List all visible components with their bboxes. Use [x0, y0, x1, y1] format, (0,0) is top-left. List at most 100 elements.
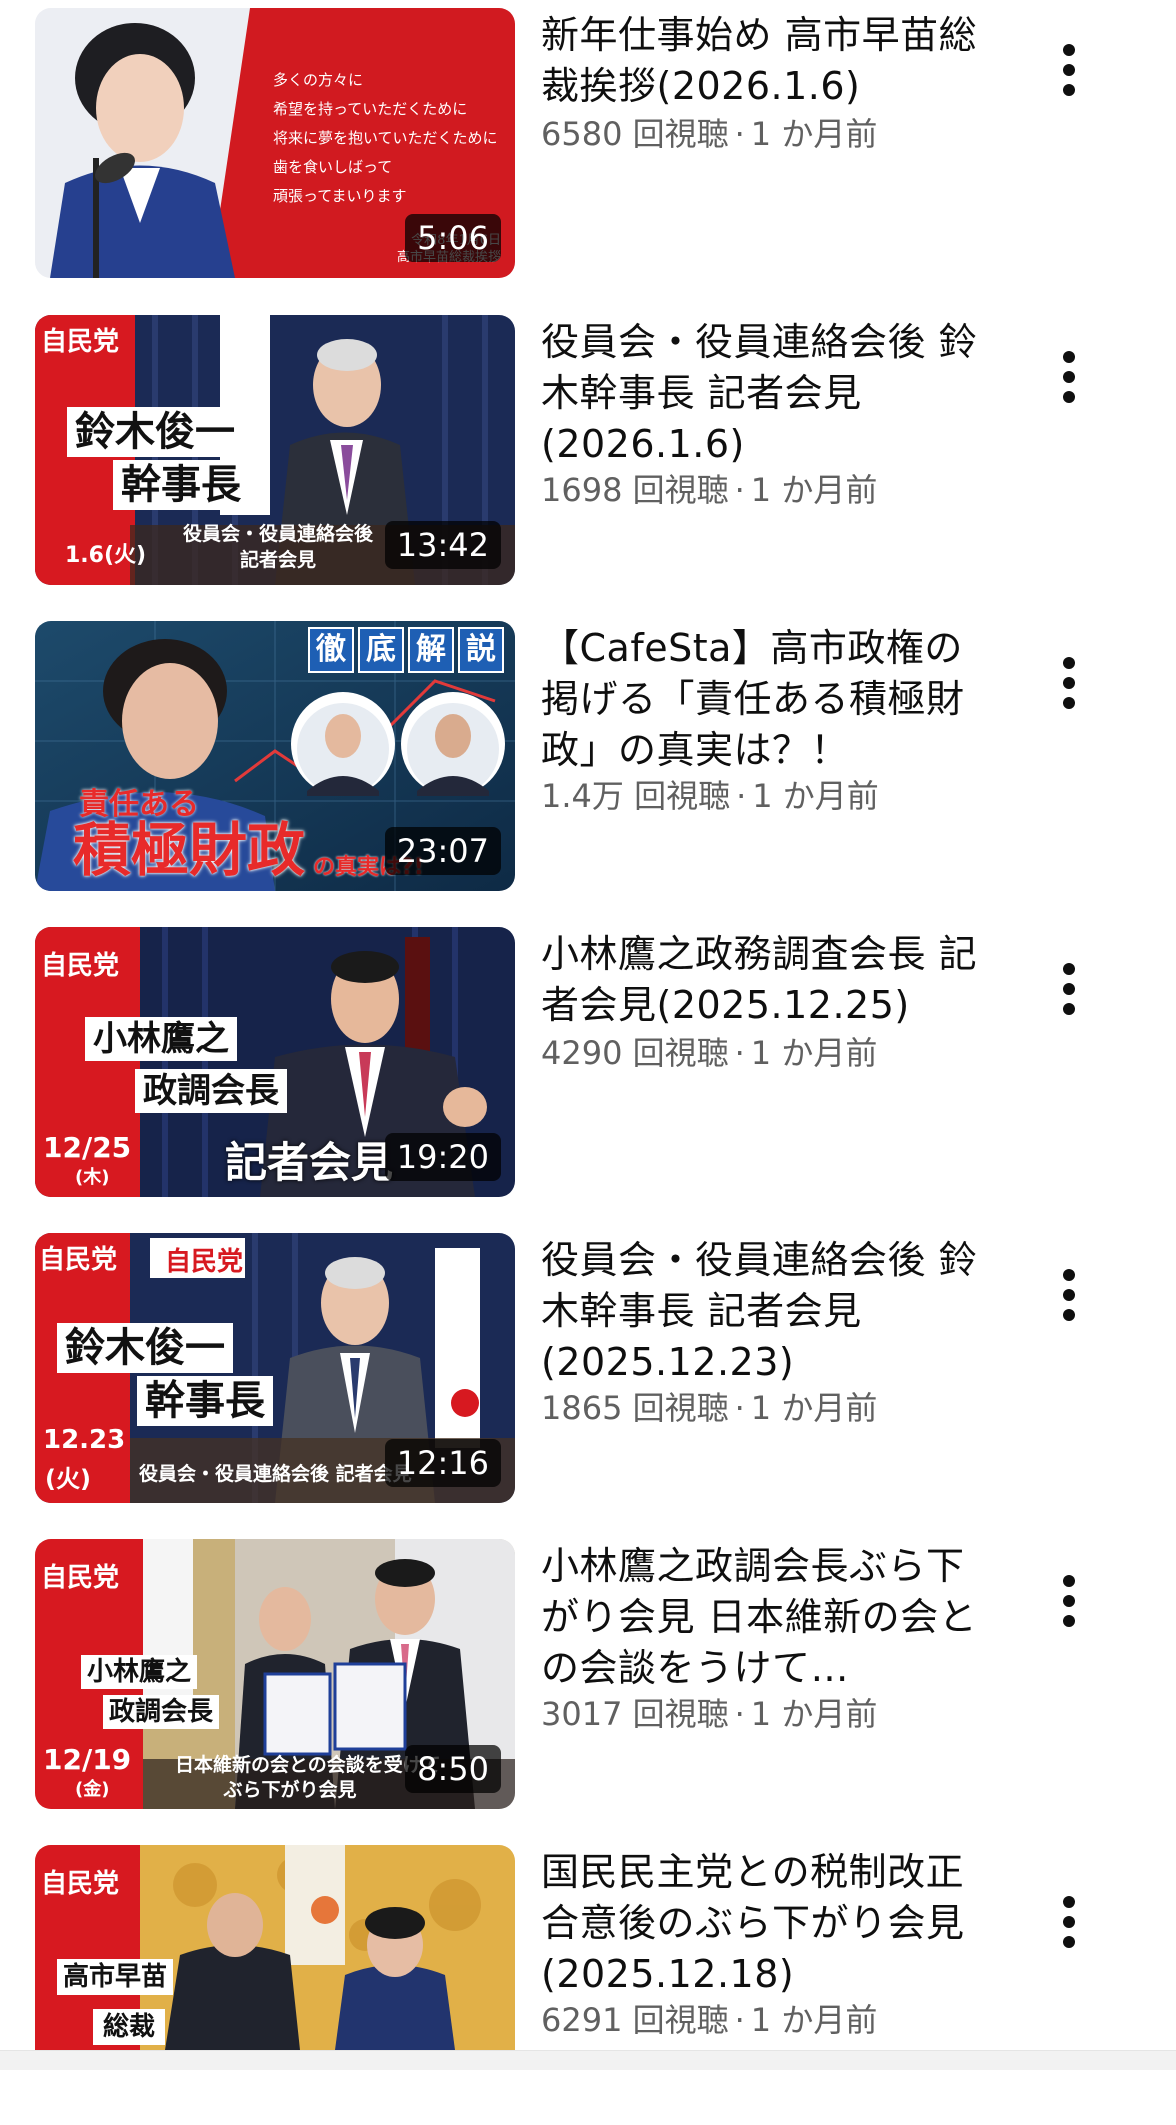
speaker-name: 高市早苗 [57, 1959, 174, 1995]
video-thumbnail[interactable]: 自民党 鈴木俊一 幹事長 1.6(火) 役員会・役員連絡会後 記者会見 13:4… [35, 315, 515, 585]
more-options-button[interactable] [1044, 350, 1094, 430]
video-item[interactable]: 自民党 小林鷹之 政調会長 12/25 (木) 記者会見 19:20 小林鷹之政… [0, 927, 1176, 1207]
quote-line: 歯を食いしばって [273, 158, 393, 176]
upload-age: 1 か月前 [750, 471, 878, 509]
thumbnail-caption: 記者会見 [225, 1138, 394, 1187]
more-vert-icon [1063, 657, 1075, 709]
video-thumbnail[interactable]: 自民党 小林鷹之 政調会長 12/19 (金) 日本維新の会との会談を受けて ぶ… [35, 1539, 515, 1809]
video-title[interactable]: 小林鷹之政調会長ぶら下がり会見 日本維新の会との会談をうけて… [541, 1541, 991, 1694]
party-label: 自民党 [41, 327, 120, 357]
speaker-name: 鈴木俊一 [67, 407, 243, 457]
more-options-button[interactable] [1044, 1268, 1094, 1348]
caption-line: 日本維新の会との会談を受けて [175, 1754, 441, 1776]
party-label: 自民党 [41, 1563, 120, 1593]
more-vert-icon [1063, 1575, 1075, 1627]
video-thumbnail[interactable]: 自民党 小林鷹之 政調会長 12/25 (木) 記者会見 19:20 [35, 927, 515, 1197]
video-meta: 6291 回視聴 · 1 か月前 [541, 2000, 1001, 2040]
video-title[interactable]: 国民民主党との税制改正合意後のぶら下がり会見(2025.12.18) [541, 1847, 991, 2000]
thumbnail-caption: 役員会・役員連絡会後 記者会見 [139, 1463, 412, 1485]
video-item[interactable]: 自民党 自民党 鈴木俊一 幹事長 12.23 (火) 役員会・役員連絡会後 記者… [0, 1233, 1176, 1513]
event-weekday: (木) [75, 1167, 110, 1188]
event-date: 12/19 [43, 1743, 132, 1776]
view-count: 1698 回視聴 [541, 471, 729, 509]
video-thumbnail[interactable]: 自民党 自民党 鈴木俊一 幹事長 12.23 (火) 役員会・役員連絡会後 記者… [35, 1233, 515, 1503]
badge-char: 解 [408, 627, 454, 673]
meta-separator: · [734, 1389, 745, 1427]
podium-logo: 自民党 [165, 1247, 244, 1277]
explainer-badge: 徹 底 解 説 [308, 627, 504, 673]
speaker-role: 幹事長 [113, 460, 249, 510]
video-duration: 19:20 [384, 1133, 501, 1181]
party-label: 自民党 [41, 1869, 120, 1899]
event-weekday: (火) [45, 1465, 91, 1493]
video-meta: 6580 回視聴 · 1 か月前 [541, 114, 1001, 154]
event-weekday: (金) [75, 1779, 110, 1800]
caption-line: ぶら下がり会見 [223, 1779, 357, 1801]
video-item[interactable]: 自民党 高市早苗 総裁 国民民主党との税制改正合意後のぶら下がり会見(2025.… [0, 1845, 1176, 2125]
badge-char: 底 [358, 627, 404, 673]
more-options-button[interactable] [1044, 962, 1094, 1042]
video-thumbnail[interactable]: 自民党 高市早苗 総裁 [35, 1845, 515, 2050]
more-options-button[interactable] [1044, 43, 1094, 123]
speaker-name: 鈴木俊一 [57, 1323, 233, 1373]
event-date: 1.6(火) [65, 543, 147, 568]
view-count: 1.4万 回視聴 [541, 777, 731, 815]
view-count: 4290 回視聴 [541, 1034, 729, 1072]
video-item[interactable]: 自民党 小林鷹之 政調会長 12/19 (金) 日本維新の会との会談を受けて ぶ… [0, 1539, 1176, 1819]
speaker-role: 政調会長 [103, 1695, 220, 1729]
view-count: 6291 回視聴 [541, 2001, 729, 2039]
speaker-name: 小林鷹之 [85, 1017, 237, 1061]
more-options-button[interactable] [1044, 656, 1094, 736]
more-options-button[interactable] [1044, 1895, 1094, 1975]
speaker-role: 政調会長 [135, 1069, 287, 1113]
video-title[interactable]: 小林鷹之政務調査会長 記者会見(2025.12.25) [541, 929, 991, 1031]
caption-line: 記者会見 [239, 549, 316, 571]
view-count: 6580 回視聴 [541, 115, 729, 153]
quote-line: 多くの方々に [273, 71, 364, 89]
thumbnail-caption: 役員会・役員連絡会後 記者会見 [163, 521, 393, 573]
meta-separator: · [734, 2001, 745, 2039]
bottom-edge-bar [0, 2050, 1176, 2070]
video-title[interactable]: 役員会・役員連絡会後 鈴木幹事長 記者会見(2026.1.6) [541, 317, 991, 470]
party-label: 自民党 [39, 1245, 118, 1275]
meta-separator: · [736, 777, 747, 815]
video-title[interactable]: 【CafeSta】高市政権の掲げる「責任ある積極財政」の真実は？！ [541, 623, 991, 776]
meta-separator: · [734, 1034, 745, 1072]
more-vert-icon [1063, 1269, 1075, 1321]
meta-separator: · [734, 1695, 745, 1733]
video-thumbnail[interactable]: 多くの方々に 希望を持っていただくために 将来に夢を抱いていただくために 歯を食… [35, 8, 515, 278]
more-vert-icon [1063, 44, 1075, 96]
quote-line: 希望を持っていただくために [273, 100, 468, 118]
event-date: 12/25 [43, 1131, 132, 1164]
more-vert-icon [1063, 1896, 1075, 1948]
badge-char: 説 [458, 627, 504, 673]
more-options-button[interactable] [1044, 1574, 1094, 1654]
video-meta: 1698 回視聴 · 1 か月前 [541, 470, 1001, 510]
video-duration: 13:42 [384, 521, 501, 569]
headline-big: 積極財政 [73, 816, 306, 884]
upload-age: 1 か月前 [750, 2001, 878, 2039]
speaker-name: 小林鷹之 [81, 1655, 198, 1689]
thumbnail-caption: 日本維新の会との会談を受けて ぶら下がり会見 [175, 1753, 441, 1803]
video-meta: 4290 回視聴 · 1 か月前 [541, 1033, 1001, 1073]
video-duration: 23:07 [384, 827, 501, 875]
video-duration: 12:16 [384, 1439, 501, 1487]
upload-age: 1 か月前 [750, 1695, 878, 1733]
video-title[interactable]: 役員会・役員連絡会後 鈴木幹事長 記者会見(2025.12.23) [541, 1235, 991, 1388]
speaker-role: 幹事長 [137, 1376, 273, 1426]
meta-separator: · [734, 471, 745, 509]
video-item[interactable]: 徹 底 解 説 責任ある 積極財政 の真実は?! 23:07 【CafeSta】… [0, 621, 1176, 901]
upload-age: 1 か月前 [750, 1389, 878, 1427]
badge-char: 徹 [308, 627, 354, 673]
quote-line: 将来に夢を抱いていただくために [273, 129, 498, 147]
meta-separator: · [734, 115, 745, 153]
video-thumbnail[interactable]: 徹 底 解 説 責任ある 積極財政 の真実は?! 23:07 [35, 621, 515, 891]
video-duration: 8:50 [405, 1745, 501, 1793]
video-title[interactable]: 新年仕事始め 高市早苗総裁挨拶(2026.1.6) [541, 10, 991, 112]
video-item[interactable]: 自民党 鈴木俊一 幹事長 1.6(火) 役員会・役員連絡会後 記者会見 13:4… [0, 315, 1176, 595]
speaker-role: 総裁 [93, 2009, 166, 2045]
caption-line: 役員会・役員連絡会後 [182, 523, 373, 545]
view-count: 1865 回視聴 [541, 1389, 729, 1427]
more-vert-icon [1063, 351, 1075, 403]
video-item[interactable]: 多くの方々に 希望を持っていただくために 将来に夢を抱いていただくために 歯を食… [0, 8, 1176, 288]
